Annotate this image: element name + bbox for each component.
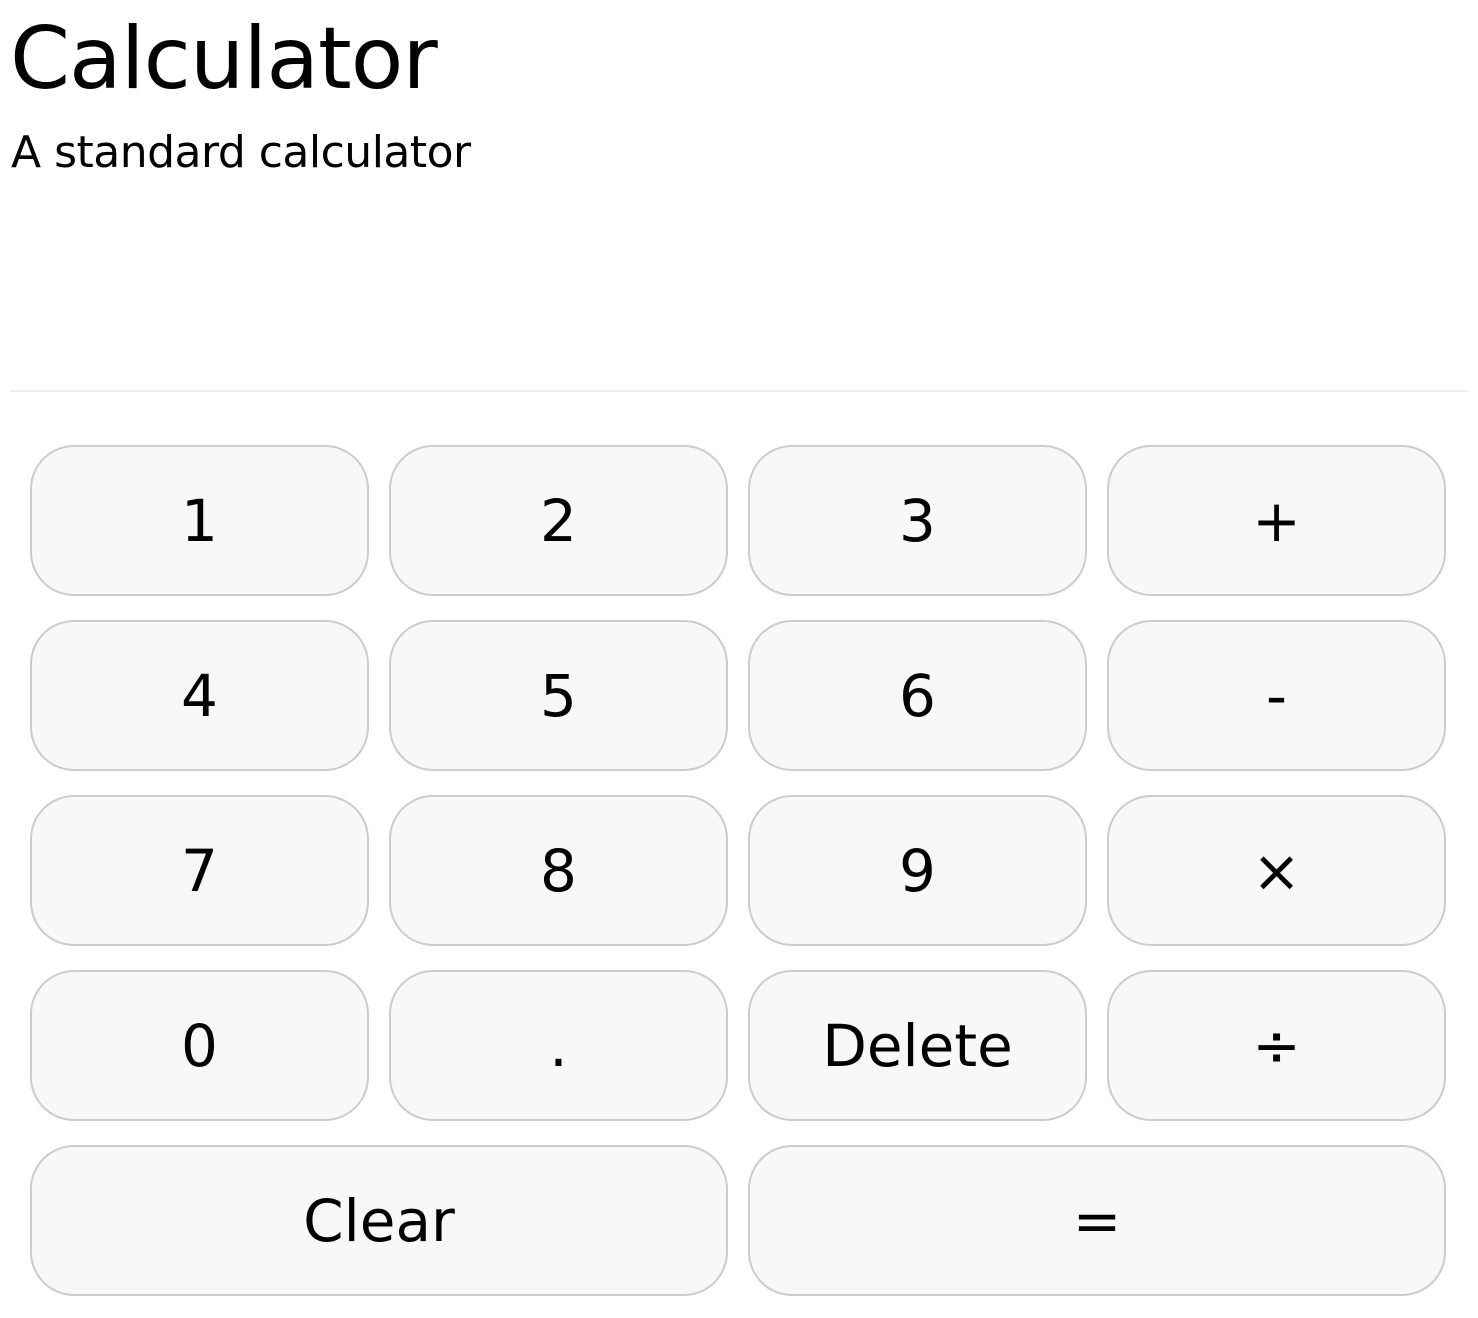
clear-button[interactable]: Clear: [30, 1145, 728, 1296]
decimal-button[interactable]: .: [389, 970, 728, 1121]
subtract-button[interactable]: -: [1107, 620, 1446, 771]
key-3[interactable]: 3: [748, 445, 1087, 596]
key-8[interactable]: 8: [389, 795, 728, 946]
key-7[interactable]: 7: [30, 795, 369, 946]
divide-button[interactable]: ÷: [1107, 970, 1446, 1121]
add-button[interactable]: +: [1107, 445, 1446, 596]
equals-button[interactable]: =: [748, 1145, 1446, 1296]
keypad: 1 2 3 + 4 5 6 - 7 8 9 × 0 . Delete ÷ Cle…: [30, 445, 1448, 1296]
key-2[interactable]: 2: [389, 445, 728, 596]
key-1[interactable]: 1: [30, 445, 369, 596]
page-title: Calculator: [10, 9, 438, 109]
delete-button[interactable]: Delete: [748, 970, 1087, 1121]
multiply-button[interactable]: ×: [1107, 795, 1446, 946]
key-4[interactable]: 4: [30, 620, 369, 771]
key-0[interactable]: 0: [30, 970, 369, 1121]
key-5[interactable]: 5: [389, 620, 728, 771]
key-9[interactable]: 9: [748, 795, 1087, 946]
key-6[interactable]: 6: [748, 620, 1087, 771]
page-subtitle: A standard calculator: [11, 127, 471, 178]
calculator-display: [10, 200, 1468, 392]
